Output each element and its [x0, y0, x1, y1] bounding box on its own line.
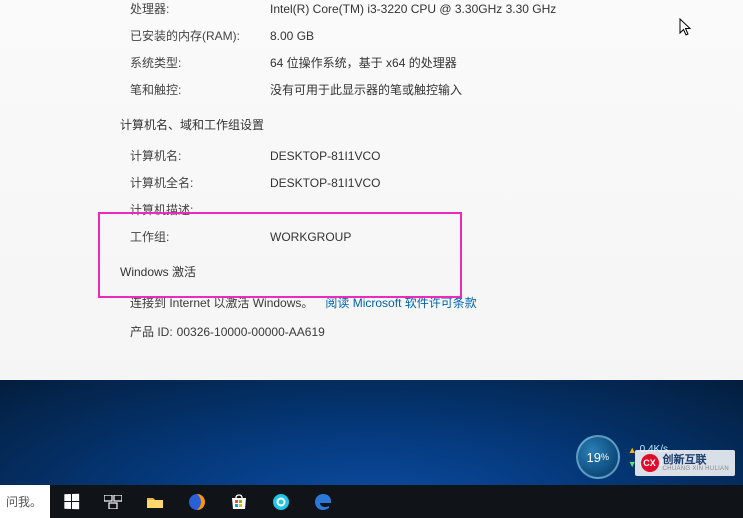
workgroup-row: 工作组: WORKGROUP	[130, 228, 723, 245]
spec-value: DESKTOP-81I1VCO	[270, 149, 380, 163]
spec-label: 工作组:	[130, 228, 270, 245]
360-browser-button[interactable]	[260, 485, 302, 518]
start-button[interactable]	[50, 485, 92, 518]
360-browser-icon	[272, 493, 290, 511]
activation-status: 连接到 Internet 以激活 Windows。	[130, 294, 313, 311]
network-percent-suffix: %	[601, 452, 609, 462]
spec-value: 8.00 GB	[270, 29, 314, 43]
spec-label: 已安装的内存(RAM):	[130, 27, 270, 44]
spec-label: 计算机名:	[130, 147, 270, 164]
task-view-button[interactable]	[92, 485, 134, 518]
watermark-logo-icon: CX	[641, 454, 659, 472]
task-view-icon	[104, 495, 122, 509]
windows-logo-icon	[64, 494, 79, 510]
folder-icon	[146, 495, 164, 509]
store-button[interactable]	[218, 485, 260, 518]
activation-status-row: 连接到 Internet 以激活 Windows。 阅读 Microsoft 软…	[130, 294, 723, 311]
edge-button[interactable]	[302, 485, 344, 518]
spec-system-type: 系统类型: 64 位操作系统，基于 x64 的处理器	[130, 54, 723, 71]
file-explorer-button[interactable]	[134, 485, 176, 518]
spec-value: WORKGROUP	[270, 230, 351, 244]
computer-desc-row: 计算机描述:	[130, 201, 723, 218]
network-percent: 19	[586, 450, 600, 465]
desktop-background[interactable]: 19% ▲0.4K/s ▼2.9K/s	[0, 380, 743, 485]
store-icon	[230, 494, 248, 510]
search-box-fragment[interactable]: 问我。	[0, 485, 50, 518]
firefox-button[interactable]	[176, 485, 218, 518]
product-id-row: 产品 ID: 00326-10000-00000-AA619	[130, 323, 723, 340]
watermark: CX 创新互联 CHUANG XIN HULIAN	[635, 450, 735, 476]
watermark-text: 创新互联 CHUANG XIN HULIAN	[663, 455, 729, 472]
spec-processor: 处理器: Intel(R) Core(TM) i3-3220 CPU @ 3.3…	[130, 0, 723, 17]
license-terms-link[interactable]: 阅读 Microsoft 软件许可条款	[325, 294, 476, 311]
spec-value: 64 位操作系统，基于 x64 的处理器	[270, 54, 457, 71]
computer-name-row: 计算机名: DESKTOP-81I1VCO	[130, 147, 723, 164]
spec-value: 没有可用于此显示器的笔或触控输入	[270, 81, 462, 98]
watermark-title: 创新互联	[663, 454, 707, 466]
spec-label: 处理器:	[130, 0, 270, 17]
network-percent-circle: 19%	[576, 435, 620, 479]
watermark-sub: CHUANG XIN HULIAN	[663, 466, 729, 472]
spec-value: Intel(R) Core(TM) i3-3220 CPU @ 3.30GHz …	[270, 2, 556, 16]
taskbar: 问我。	[0, 485, 743, 518]
activation-section-header: Windows 激活	[120, 263, 723, 280]
spec-label: 计算机全名:	[130, 174, 270, 191]
spec-ram: 已安装的内存(RAM): 8.00 GB	[130, 27, 723, 44]
firefox-icon	[188, 493, 206, 511]
activation-highlight-box	[98, 212, 462, 298]
computer-section-header: 计算机名、域和工作组设置	[120, 116, 723, 133]
search-text-fragment: 问我。	[6, 493, 42, 510]
mouse-cursor-icon	[679, 18, 693, 38]
spec-pen-touch: 笔和触控: 没有可用于此显示器的笔或触控输入	[130, 81, 723, 98]
edge-icon	[314, 493, 332, 511]
product-id-label: 产品 ID:	[130, 323, 173, 340]
computer-fullname-row: 计算机全名: DESKTOP-81I1VCO	[130, 174, 723, 191]
system-info-panel: 处理器: Intel(R) Core(TM) i3-3220 CPU @ 3.3…	[0, 0, 743, 380]
product-id-value: 00326-10000-00000-AA619	[177, 325, 325, 339]
spec-label: 笔和触控:	[130, 81, 270, 98]
spec-value: DESKTOP-81I1VCO	[270, 176, 380, 190]
spec-label: 系统类型:	[130, 54, 270, 71]
spec-label: 计算机描述:	[130, 201, 270, 218]
